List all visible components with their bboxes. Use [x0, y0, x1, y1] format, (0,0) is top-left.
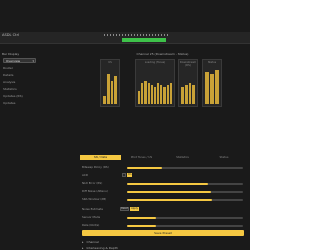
sidebar-item-details[interactable]: Details [3, 73, 13, 77]
view-select[interactable]: Overview ▾ [3, 58, 36, 63]
panel-title: Status [207, 61, 217, 64]
diff-noise-slider[interactable] [127, 191, 243, 193]
graph-title: Channel 25 (Downstream - Status) [136, 52, 189, 56]
control-row: NLD Error (RS) [80, 181, 245, 186]
apply-button[interactable]: Apply [130, 207, 139, 211]
slider-fill [127, 225, 156, 227]
sidebar-item-statistics[interactable]: Statistics [3, 87, 17, 91]
panel-downstream: Downstream (DS) [178, 59, 198, 107]
control-label: Diff Noise (Attenu) [82, 189, 108, 193]
signal-meter-fill [122, 38, 166, 42]
section-label: Channel [86, 240, 99, 244]
sensor-mode-slider[interactable] [127, 217, 243, 219]
save-preset-button[interactable]: Save Preset [82, 230, 244, 236]
control-label: Bitswap Policy (RS) [82, 165, 109, 169]
chart-bar [192, 85, 195, 104]
sidebar-item-updates[interactable]: Updates [3, 101, 15, 105]
app-title: ASDL Ctrl [2, 33, 20, 37]
chart-bar [144, 81, 147, 104]
chart-bar [184, 85, 188, 104]
chart-bar [147, 83, 150, 104]
nld-error-slider[interactable] [127, 183, 243, 185]
tab-sn-data[interactable]: SN / Data [80, 155, 121, 160]
chart-bar [166, 85, 169, 104]
chart-bar [153, 86, 157, 104]
tab-pilot-tones[interactable]: Pilot Tones / US [121, 155, 162, 160]
rate-slider[interactable] [127, 225, 243, 227]
sidebar-section-label: Bar Display [2, 52, 20, 56]
chart-bar [163, 86, 166, 104]
chevron-down-icon: ▾ [32, 59, 34, 63]
slider-fill [127, 183, 209, 185]
section-label: Interleaving & Depth [86, 246, 118, 250]
sidebar: Bar Display Overview ▾ Router Details An… [2, 44, 38, 214]
tab-bar: SN / Data Pilot Tones / US Statistics St… [80, 155, 245, 160]
slider-fill [127, 217, 156, 219]
chart-bar [169, 83, 172, 104]
control-row: Bitswap Policy (RS) [80, 165, 245, 170]
section-interleaving[interactable]: ▸ Interleaving & Depth [80, 245, 245, 250]
control-row: ACD On [80, 173, 245, 178]
meter-scale [104, 34, 168, 36]
reset-button[interactable]: Reset [120, 207, 129, 211]
chart-bar [106, 73, 110, 104]
slider-fill [127, 199, 212, 201]
chart-bar [205, 71, 209, 104]
control-label: NLD Error (RS) [82, 181, 103, 185]
chart-bar [188, 83, 192, 104]
control-label: Sensor Mode [82, 215, 101, 219]
control-label: Rate (Kbit/s) [82, 223, 100, 227]
chart-bar [157, 83, 160, 104]
tab-status[interactable]: Status [203, 155, 245, 160]
panel-status: Status [202, 59, 222, 107]
chart-bar [215, 69, 219, 104]
tab-statistics[interactable]: Statistics [162, 155, 203, 160]
chart-bar [138, 90, 141, 104]
sra-window-slider[interactable] [127, 199, 243, 201]
control-label: ACD [82, 173, 88, 177]
chart-bar [141, 83, 144, 104]
control-label: SRA Window (dB) [82, 197, 107, 201]
control-row: Sensor Mode [80, 215, 245, 220]
panel-title: US [108, 61, 112, 64]
slider-fill [127, 167, 162, 169]
panel-us: US [100, 59, 120, 107]
control-row: SRA Window (dB) [80, 197, 245, 202]
chart-bar [114, 75, 117, 104]
chart-bar [210, 73, 214, 104]
chart-area: US Loading (Tones) Downstream (DS) Statu… [80, 59, 245, 149]
chevron-right-icon: ▸ [82, 246, 84, 250]
view-select-value: Overview [6, 59, 21, 63]
chart-bar [160, 85, 163, 104]
panel-loading: Loading (Tones) [135, 59, 175, 107]
chart-bar [103, 96, 106, 104]
signal-meter [122, 38, 166, 42]
acd-toggle[interactable]: On [127, 173, 132, 177]
sidebar-item-router[interactable]: Router [3, 66, 13, 70]
chart-bar [150, 85, 153, 104]
bitswap-slider[interactable] [127, 167, 243, 169]
panel-title: Loading (Tones) [144, 61, 166, 64]
control-row: Rate (Kbit/s) [80, 223, 245, 228]
slider-fill [127, 191, 211, 193]
control-row: Noise Estimate Reset Apply [80, 207, 245, 212]
acd-checkbox[interactable] [122, 173, 126, 177]
app-window: ASDL Ctrl Bar Display Overview ▾ Router … [0, 0, 250, 250]
chart-bar [110, 81, 114, 104]
control-row: Diff Noise (Attenu) [80, 189, 245, 194]
control-label: Noise Estimate [82, 207, 104, 211]
panel-title: Downstream (DS) [179, 61, 197, 67]
sidebar-item-updates-rs[interactable]: Updates (RS) [3, 94, 23, 98]
chart-bar [181, 86, 184, 104]
sidebar-item-analysis[interactable]: Analysis [3, 80, 15, 84]
main-panel: Channel 25 (Downstream - Status) US Load… [80, 52, 245, 222]
